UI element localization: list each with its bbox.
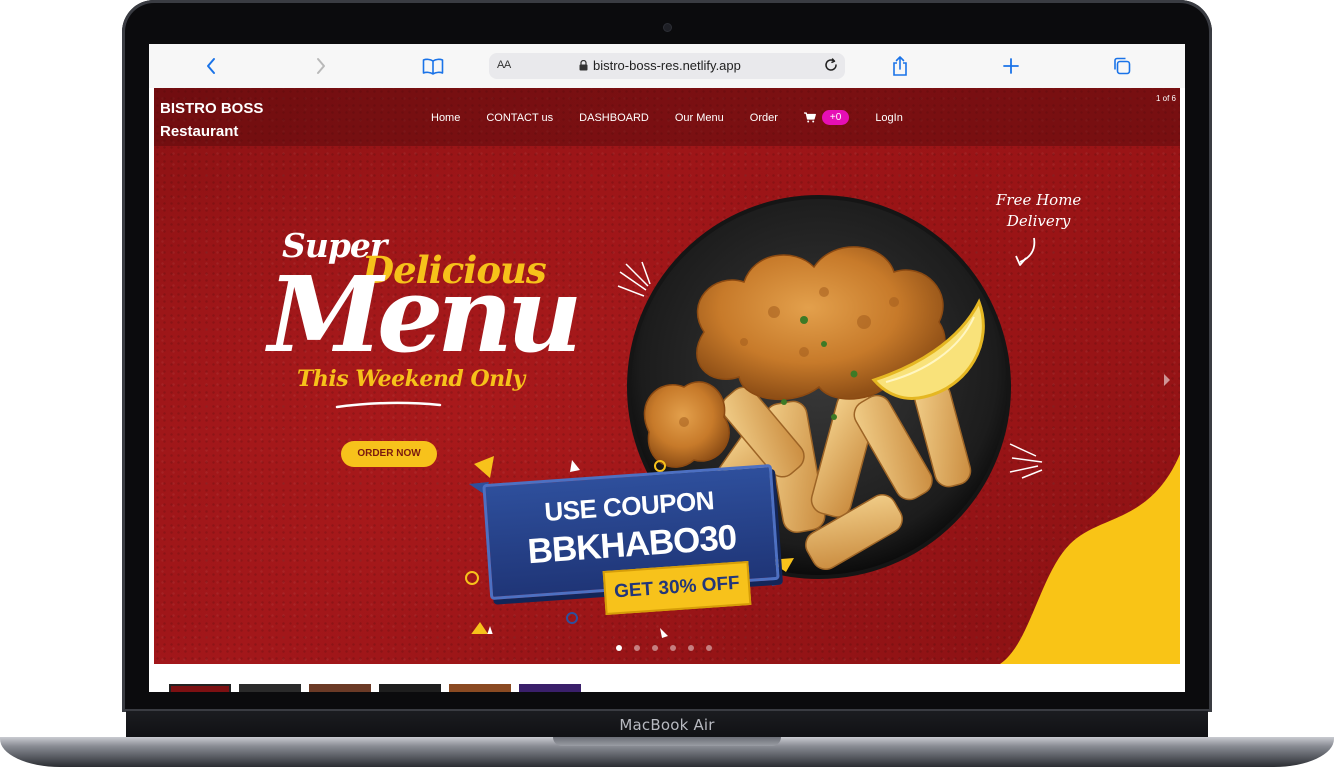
curved-arrow-icon xyxy=(1015,237,1036,266)
lock-icon xyxy=(579,60,588,71)
reload-button[interactable] xyxy=(823,57,839,78)
back-button[interactable] xyxy=(197,52,225,80)
burst-lines-icon-2 xyxy=(1009,443,1043,479)
cart-count-badge: +0 xyxy=(821,110,850,125)
carousel-thumbnail[interactable] xyxy=(379,684,441,692)
nav-login[interactable]: LogIn xyxy=(875,112,903,124)
nav-order[interactable]: Order xyxy=(750,112,778,124)
carousel-dots xyxy=(616,645,712,651)
order-now-button[interactable]: ORDER NOW xyxy=(341,441,437,467)
nav-our-menu[interactable]: Our Menu xyxy=(675,112,724,124)
reload-icon xyxy=(825,58,837,71)
bookmarks-button[interactable] xyxy=(419,52,447,80)
nav-dashboard[interactable]: DASHBOARD xyxy=(579,112,649,124)
plus-icon xyxy=(1003,58,1019,74)
cart-icon xyxy=(803,112,816,123)
site-navbar: BISTRO BOSS Restaurant Home CONTACT us D… xyxy=(154,88,1180,146)
camera-icon xyxy=(664,24,671,31)
free-delivery-line2: Delivery xyxy=(1006,212,1071,230)
carousel-dot[interactable] xyxy=(634,645,640,651)
device-label: MacBook Air xyxy=(619,716,715,734)
chevron-left-icon xyxy=(207,58,215,74)
headline-menu: Menu xyxy=(268,253,583,376)
carousel-dot[interactable] xyxy=(670,645,676,651)
cart-button[interactable]: +0 xyxy=(803,110,850,125)
book-icon xyxy=(422,58,444,75)
carousel-thumbnail[interactable] xyxy=(519,684,581,692)
tabs-icon xyxy=(1114,57,1131,75)
underline-swoosh xyxy=(335,401,442,409)
headline-weekend: This Weekend Only xyxy=(297,366,525,392)
screen: AA bistro-boss-res.netlify.app BISTRO BO… xyxy=(149,44,1185,692)
laptop-notch xyxy=(553,737,781,746)
browser-toolbar: AA bistro-boss-res.netlify.app xyxy=(149,44,1185,89)
laptop-chin: MacBook Air xyxy=(126,711,1208,737)
website: BISTRO BOSS Restaurant Home CONTACT us D… xyxy=(149,88,1185,692)
slide-counter: 1 of 6 xyxy=(1155,94,1176,103)
nav-home[interactable]: Home xyxy=(431,112,460,124)
tabs-button[interactable] xyxy=(1108,52,1136,80)
carousel-dot[interactable] xyxy=(652,645,658,651)
free-delivery-line1: Free Home xyxy=(996,191,1082,209)
burst-lines-icon xyxy=(617,261,651,297)
carousel-thumbnail[interactable] xyxy=(449,684,511,692)
text-size-button[interactable]: AA xyxy=(497,59,511,71)
confetti-decoration-4 xyxy=(566,612,668,638)
new-tab-button[interactable] xyxy=(997,52,1025,80)
coupon-offer: GET 30% OFF xyxy=(602,560,752,616)
share-icon xyxy=(893,56,907,76)
brand-line2: Restaurant xyxy=(160,123,239,140)
carousel-dot[interactable] xyxy=(688,645,694,651)
carousel-thumbnail[interactable] xyxy=(239,684,301,692)
hero-banner: BISTRO BOSS Restaurant Home CONTACT us D… xyxy=(154,88,1180,664)
yellow-corner-shape xyxy=(1000,454,1180,664)
carousel-dot[interactable] xyxy=(616,645,622,651)
next-slide-arrow-icon[interactable] xyxy=(1162,373,1172,387)
brand-line1: BISTRO BOSS xyxy=(160,100,264,117)
carousel-thumbnails xyxy=(169,684,581,692)
site-logo[interactable]: BISTRO BOSS Restaurant xyxy=(160,97,263,143)
forward-button[interactable] xyxy=(307,52,335,80)
share-button[interactable] xyxy=(886,52,914,80)
chevron-right-icon xyxy=(317,58,325,74)
url-display: bistro-boss-res.netlify.app xyxy=(579,58,741,73)
free-delivery-label: Free Home Delivery xyxy=(996,190,1081,232)
address-bar[interactable]: AA bistro-boss-res.netlify.app xyxy=(489,53,845,79)
carousel-thumbnail[interactable] xyxy=(169,684,231,692)
nav-menu: Home CONTACT us DASHBOARD Our Menu Order… xyxy=(431,110,929,125)
carousel-dot[interactable] xyxy=(706,645,712,651)
carousel-thumbnail[interactable] xyxy=(309,684,371,692)
nav-contact[interactable]: CONTACT us xyxy=(486,112,553,124)
url-text: bistro-boss-res.netlify.app xyxy=(593,58,741,73)
